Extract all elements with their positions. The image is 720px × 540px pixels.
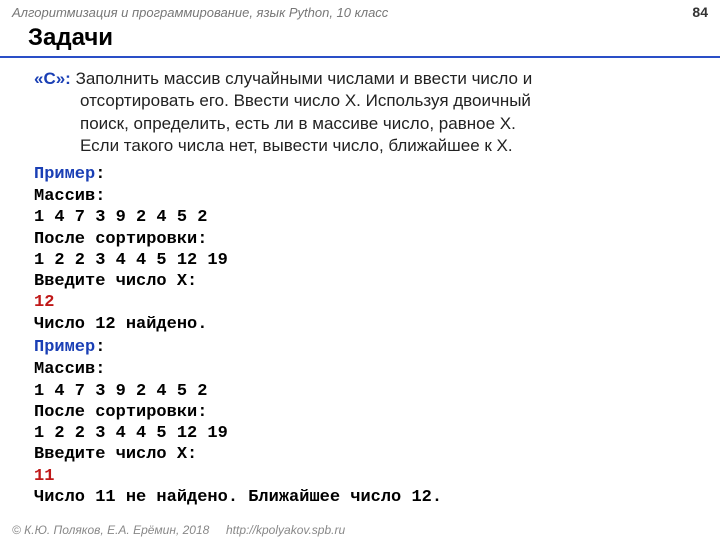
- example-input: 11: [34, 466, 690, 487]
- footer-url: http://kpolyakov.spb.ru: [226, 523, 345, 537]
- example-line: Число 11 не найдено. Ближайшее число 12.: [34, 487, 690, 508]
- example-2: Пример: Массив: 1 4 7 3 9 2 4 5 2 После …: [34, 335, 690, 508]
- example-line: 1 4 7 3 9 2 4 5 2: [34, 207, 690, 228]
- example-input: 12: [34, 292, 690, 313]
- example-colon: :: [95, 338, 105, 357]
- task-line-3: поиск, определить, есть ли в массиве чис…: [34, 113, 690, 135]
- example-line: 1 2 2 3 4 4 5 12 19: [34, 250, 690, 271]
- example-line: 1 4 7 3 9 2 4 5 2: [34, 381, 690, 402]
- page-title: Задачи: [0, 22, 720, 58]
- copyright: © К.Ю. Поляков, Е.А. Ерёмин, 2018: [12, 523, 209, 537]
- example-line: Введите число X:: [34, 444, 690, 465]
- example-line: Массив:: [34, 186, 690, 207]
- footer: © К.Ю. Поляков, Е.А. Ерёмин, 2018 http:/…: [12, 523, 345, 537]
- course-title: Алгоритмизация и программирование, язык …: [12, 5, 388, 20]
- task-line-1: Заполнить массив случайными числами и вв…: [71, 69, 532, 88]
- example-1: Пример: Массив: 1 4 7 3 9 2 4 5 2 После …: [34, 162, 690, 335]
- example-line: После сортировки:: [34, 402, 690, 423]
- example-line: Число 12 найдено.: [34, 314, 690, 335]
- example-line: Массив:: [34, 359, 690, 380]
- header: Алгоритмизация и программирование, язык …: [0, 0, 720, 22]
- task-label: «C»:: [34, 69, 71, 88]
- task-description: «C»: Заполнить массив случайными числами…: [34, 68, 690, 158]
- example-label: Пример: [34, 165, 95, 184]
- example-label: Пример: [34, 338, 95, 357]
- page-number: 84: [692, 4, 708, 20]
- example-line: Введите число X:: [34, 271, 690, 292]
- task-line-2: отсортировать его. Ввести число X. Испол…: [34, 90, 690, 112]
- example-line: После сортировки:: [34, 229, 690, 250]
- example-colon: :: [95, 165, 105, 184]
- task-line-4: Если такого числа нет, вывести число, бл…: [34, 135, 690, 157]
- content: «C»: Заполнить массив случайными числами…: [0, 68, 720, 508]
- example-line: 1 2 2 3 4 4 5 12 19: [34, 423, 690, 444]
